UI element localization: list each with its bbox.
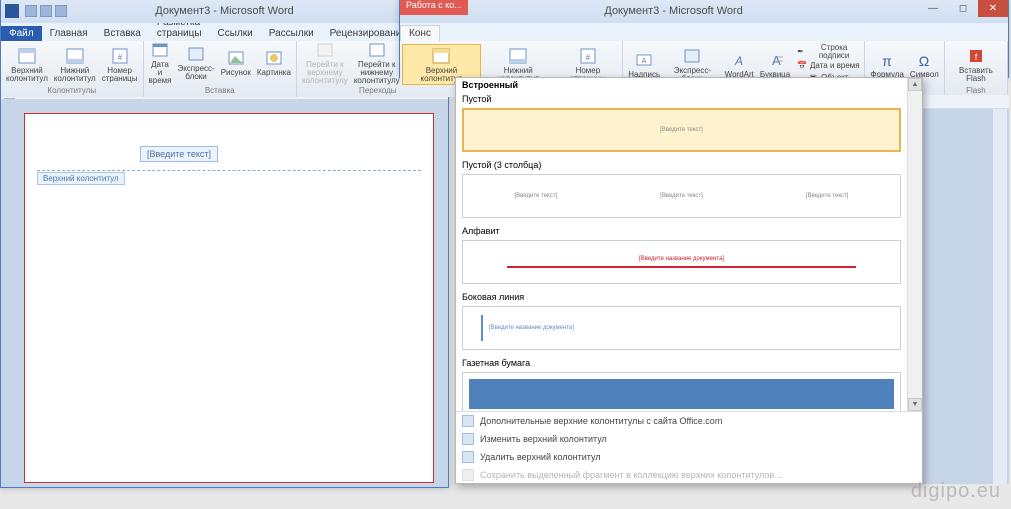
window-title-back: Документ3 - Microsoft Word [155, 5, 293, 17]
header-placeholder[interactable]: [Введите текст] [140, 146, 218, 162]
gallery-item-blank-label: Пустой [456, 92, 907, 106]
gallery-item-sideline-label: Боковая линия [456, 290, 907, 304]
word-window-back: Документ3 - Microsoft Word Файл Главная … [0, 0, 449, 488]
save-icon [462, 469, 474, 481]
svg-text:π: π [882, 53, 892, 69]
gallery-item-alphabet[interactable]: [Введите название документа] [462, 240, 901, 284]
word-icon [5, 4, 19, 18]
tab-constructor[interactable]: Конс [400, 25, 440, 41]
titlebar-front: Работа с ко... Документ3 - Microsoft Wor… [400, 0, 1008, 23]
page-number-button[interactable]: #Номер страницы [99, 45, 141, 84]
gallery-item-newsprint-label: Газетная бумага [456, 356, 907, 370]
tab-home[interactable]: Главная [42, 26, 96, 41]
context-tab-header-tools[interactable]: Работа с ко... [400, 0, 468, 15]
minimize-button[interactable]: — [918, 0, 948, 17]
page[interactable]: [Введите текст] Верхний колонтитул [24, 113, 434, 483]
watermark: digipo.eu [911, 480, 1001, 503]
window-title-front: Документ3 - Microsoft Word [604, 5, 742, 17]
gallery-item-blank[interactable]: [Введите текст] [462, 108, 901, 152]
svg-text:Ω: Ω [919, 53, 929, 69]
close-button[interactable]: ✕ [978, 0, 1008, 17]
flash-button[interactable]: fВставить Flash [947, 45, 1005, 84]
delete-icon [462, 451, 474, 463]
tab-mailings[interactable]: Рассылки [261, 26, 322, 41]
equation-button[interactable]: πФормула [867, 49, 907, 80]
qat-redo-icon[interactable] [55, 5, 67, 17]
word-window-front: Работа с ко... Документ3 - Microsoft Wor… [399, 0, 1009, 78]
svg-text:#: # [586, 53, 591, 62]
gallery-category-builtin: Встроенный [456, 78, 907, 92]
gallery-item-sideline[interactable]: [Введите название документа] [462, 306, 901, 350]
gallery-save-selection: Сохранить выделенный фрагмент в коллекци… [456, 466, 922, 484]
group-label-headers: Колонтитулы [47, 86, 96, 96]
header-boundary [37, 170, 421, 171]
date-time-button-2[interactable]: 📅Дата и время [793, 60, 862, 72]
gallery-scrollbar[interactable]: ▲ ▼ [908, 78, 922, 411]
gallery-item-alphabet-label: Алфавит [456, 224, 907, 238]
tab-insert[interactable]: Вставка [96, 26, 149, 41]
wordart-button[interactable]: AWordArt [722, 49, 757, 80]
group-label-insert: Вставка [205, 86, 235, 96]
goto-footer-button[interactable]: Перейти к нижнему колонтитулу [351, 41, 403, 86]
maximize-button[interactable]: ◻ [948, 0, 978, 17]
gallery-more-online[interactable]: Дополнительные верхние колонтитулы с сай… [456, 412, 922, 430]
header-button[interactable]: Верхний колонтитул [3, 45, 51, 84]
qat-save-icon[interactable] [25, 5, 37, 17]
gallery-item-blank3-label: Пустой (3 столбца) [456, 158, 907, 172]
edit-icon [462, 433, 474, 445]
scrollbar-vertical[interactable] [993, 109, 1007, 484]
ribbon-back: Верхний колонтитул Нижний колонтитул #Но… [1, 41, 448, 97]
footer-button[interactable]: Нижний колонтитул [51, 45, 99, 84]
svg-text:A: A [734, 54, 743, 68]
header-tag: Верхний колонтитул [37, 172, 125, 185]
qat-undo-icon[interactable] [40, 5, 52, 17]
textbox-button[interactable]: AНадпись [625, 49, 663, 80]
group-label-nav: Переходы [359, 86, 397, 96]
scroll-up-icon[interactable]: ▲ [908, 78, 922, 91]
scroll-down-icon[interactable]: ▼ [908, 398, 922, 411]
dropcap-button[interactable]: AБуквица [757, 49, 793, 80]
gallery-item-newsprint[interactable] [462, 372, 901, 411]
clipart-button[interactable]: Картинка [254, 47, 294, 78]
ribbon-tabs-back: Файл Главная Вставка Разметка страницы С… [1, 23, 448, 41]
quick-access-toolbar[interactable] [25, 5, 67, 17]
gallery-edit-header[interactable]: Изменить верхний колонтитул [456, 430, 922, 448]
date-time-button[interactable]: Дата и время [146, 41, 175, 86]
svg-text:#: # [117, 53, 122, 62]
quick-parts-button[interactable]: Экспресс-блоки [174, 43, 217, 82]
tab-file[interactable]: Файл [1, 26, 42, 41]
titlebar-back: Документ3 - Microsoft Word [1, 0, 448, 23]
symbol-button[interactable]: ΩСимвол [907, 49, 942, 80]
ribbon-tabs-front: Конс [400, 23, 1008, 41]
document-area: [Введите текст] Верхний колонтитул [1, 99, 448, 487]
svg-text:A: A [642, 58, 647, 65]
header-gallery-dropdown: Встроенный Пустой [Введите текст] Пустой… [455, 77, 923, 484]
gallery-item-blank3[interactable]: [Введите текст][Введите текст][Введите т… [462, 174, 901, 218]
tab-references[interactable]: Ссылки [210, 26, 261, 41]
gallery-footer: Дополнительные верхние колонтитулы с сай… [456, 411, 922, 483]
picture-button[interactable]: Рисунок [218, 47, 254, 78]
gallery-remove-header[interactable]: Удалить верхний колонтитул [456, 448, 922, 466]
signature-line-button[interactable]: ✒Строка подписи [793, 44, 862, 60]
goto-header-button: Перейти к верхнему колонтитулу [299, 41, 351, 86]
globe-icon [462, 415, 474, 427]
